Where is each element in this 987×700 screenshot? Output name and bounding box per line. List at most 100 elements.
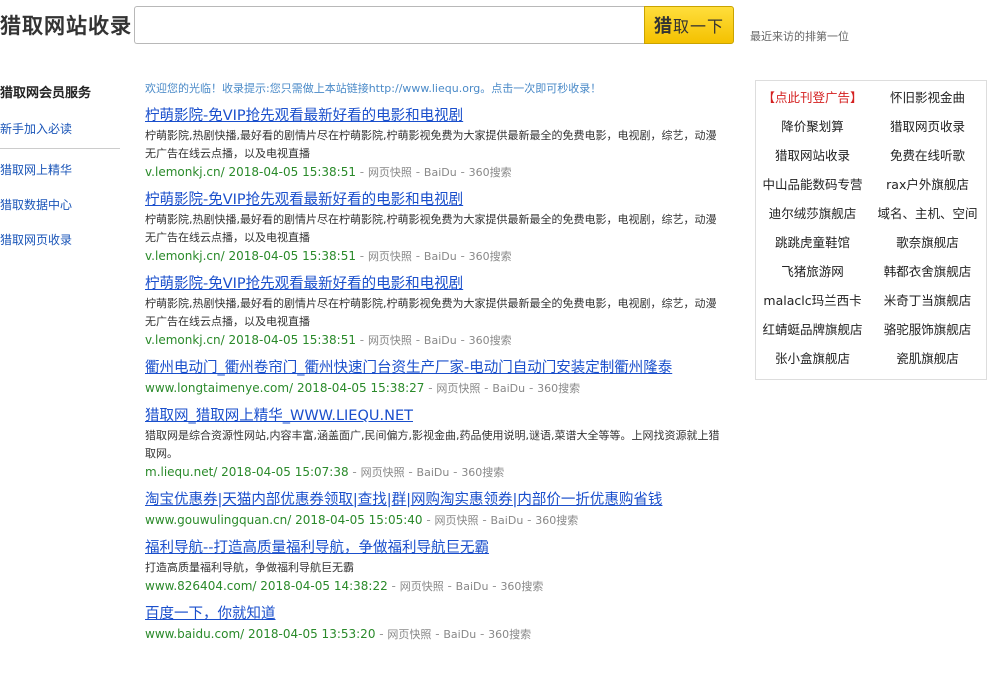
result-date: 2018-04-05 15:38:27 [296, 381, 425, 395]
result-url: v.lemonkj.cn/ [145, 165, 225, 179]
meta-separator: - [431, 627, 444, 641]
ad-link[interactable]: 降价聚划算 [756, 112, 869, 141]
ad-link[interactable]: 红蜻蜓品牌旗舰店 [756, 315, 869, 344]
ad-link[interactable]: 钢铁侠旗舰 [869, 373, 986, 379]
snapshot-link[interactable]: 网页快照 [387, 628, 431, 641]
meta-separator: - [480, 381, 493, 395]
baidu-link[interactable]: BaiDu [492, 382, 525, 395]
result-meta: v.lemonkj.cn/ 2018-04-05 15:38:51 - 网页快照… [145, 163, 727, 182]
snapshot-link[interactable]: 网页快照 [368, 334, 412, 347]
ad-link[interactable]: 跳跳虎童鞋馆 [756, 228, 869, 257]
snapshot-link[interactable]: 网页快照 [368, 250, 412, 263]
search360-link[interactable]: 360搜索 [535, 514, 578, 527]
snapshot-link[interactable]: 网页快照 [368, 166, 412, 179]
ad-link[interactable]: 怀旧影视金曲 [869, 83, 986, 112]
snapshot-link[interactable]: 网页快照 [361, 466, 405, 479]
snapshot-link[interactable]: 网页快照 [435, 514, 479, 527]
result-title-link[interactable]: 柠萌影院-免VIP抢先观看最新好看的电影和电视剧 [145, 190, 725, 211]
result-date: 2018-04-05 15:38:51 [228, 333, 356, 347]
baidu-link[interactable]: BaiDu [443, 628, 476, 641]
result-url: www.gouwulingquan.cn/ [145, 513, 292, 527]
ad-link[interactable]: 瓷肌旗舰店 [869, 344, 986, 373]
sidebar-divider [0, 148, 120, 149]
result-url: v.lemonkj.cn/ [145, 249, 225, 263]
search360-link[interactable]: 360搜索 [500, 580, 543, 593]
result-meta: m.liequ.net/ 2018-04-05 15:07:38 - 网页快照 … [145, 463, 727, 482]
ad-link[interactable]: 迪尔绒莎旗舰店 [756, 199, 869, 228]
result-date: 2018-04-05 14:38:22 [260, 579, 388, 593]
result-title-link[interactable]: 柠萌影院-免VIP抢先观看最新好看的电影和电视剧 [145, 274, 725, 295]
result-date: 2018-04-05 15:05:40 [295, 513, 423, 527]
ad-link[interactable]: 歌奈旗舰店 [869, 228, 986, 257]
sidebar: 猎取网会员服务 新手加入必读 猎取网上精华 猎取数据中心 猎取网页收录 [0, 84, 120, 250]
meta-separator: - [456, 333, 469, 347]
result-item: 柠萌影院-免VIP抢先观看最新好看的电影和电视剧 柠萌影院,热剧快播,最好看的剧情… [145, 190, 727, 266]
baidu-link[interactable]: BaiDu [491, 514, 524, 527]
meta-separator: - [456, 165, 469, 179]
result-meta: v.lemonkj.cn/ 2018-04-05 15:38:51 - 网页快照… [145, 247, 727, 266]
result-title-link[interactable]: 猎取网_猎取网上精华_WWW.LIEQU.NET [145, 406, 725, 427]
result-item: 柠萌影院-免VIP抢先观看最新好看的电影和电视剧 柠萌影院,热剧快播,最好看的剧情… [145, 274, 727, 350]
search360-link[interactable]: 360搜索 [488, 628, 531, 641]
meta-separator: - [476, 627, 489, 641]
ad-link[interactable]: malaclc玛兰西卡 [756, 286, 869, 315]
search-button-big: 猎 [653, 16, 673, 36]
ad-link[interactable]: 免费在线听歌 [869, 141, 986, 170]
baidu-link[interactable]: BaiDu [417, 466, 450, 479]
meta-separator: - [523, 513, 536, 527]
snapshot-link[interactable]: 网页快照 [436, 382, 480, 395]
search360-link[interactable]: 360搜索 [469, 250, 512, 263]
welcome-notice: 欢迎您的光临！收录提示:您只需做上本站链接http://www.liequ.or… [145, 82, 602, 95]
result-meta: www.longtaimenye.com/ 2018-04-05 15:38:2… [145, 379, 727, 398]
result-title-link[interactable]: 福利导航--打造高质量福利导航，争做福利导航巨无霸 [145, 538, 725, 559]
ad-link[interactable]: 小鱼精选 [756, 373, 869, 379]
meta-separator: - [411, 333, 424, 347]
meta-separator: - [355, 333, 368, 347]
site-logo[interactable]: 猎取网站收录 [0, 10, 132, 40]
result-item: 淘宝优惠券|天猫内部优惠券领取|查找|群|网购淘实惠领券|内部价一折优惠购省钱 w… [145, 490, 727, 530]
ad-link[interactable]: 骆驼服饰旗舰店 [869, 315, 986, 344]
ad-grid: 【点此刊登广告】 怀旧影视金曲 降价聚划算 猎取网页收录 猎取网站收录 免费在线听歌 中山品… [756, 83, 986, 379]
ad-link[interactable]: rax户外旗舰店 [869, 170, 986, 199]
baidu-link[interactable]: BaiDu [424, 250, 457, 263]
result-item: 百度一下，你就知道 www.baidu.com/ 2018-04-05 13:53… [145, 604, 727, 644]
result-date: 2018-04-05 13:53:20 [248, 627, 376, 641]
result-date: 2018-04-05 15:07:38 [221, 465, 349, 479]
search360-link[interactable]: 360搜索 [469, 166, 512, 179]
ad-link[interactable]: 猎取网站收录 [756, 141, 869, 170]
search-bar: 猎取一下 [134, 6, 734, 44]
meta-separator: - [478, 513, 491, 527]
result-title-link[interactable]: 百度一下，你就知道 [145, 604, 725, 625]
baidu-link[interactable]: BaiDu [456, 580, 489, 593]
meta-separator: - [449, 465, 462, 479]
search360-link[interactable]: 360搜索 [461, 466, 504, 479]
result-description: 柠萌影院,热剧快播,最好看的剧情片尽在柠萌影院,柠萌影视免费为大家提供最新最全的… [145, 213, 717, 244]
meta-separator: - [424, 381, 437, 395]
search-button[interactable]: 猎取一下 [644, 6, 734, 44]
result-title-link[interactable]: 衢州电动门_衢州卷帘门_衢州快速门台资生产厂家-电动门自动门安装定制衢州隆泰 [145, 358, 725, 379]
ad-link[interactable]: 米奇丁当旗舰店 [869, 286, 986, 315]
snapshot-link[interactable]: 网页快照 [400, 580, 444, 593]
search360-link[interactable]: 360搜索 [537, 382, 580, 395]
ad-link[interactable]: 域名、主机、空间 [869, 199, 986, 228]
ad-link[interactable]: 张小盒旗舰店 [756, 344, 869, 373]
sidebar-link-highlights[interactable]: 猎取网上精华 [0, 160, 120, 180]
ad-link[interactable]: 飞猪旅游网 [756, 257, 869, 286]
result-title-link[interactable]: 柠萌影院-免VIP抢先观看最新好看的电影和电视剧 [145, 106, 725, 127]
result-meta: v.lemonkj.cn/ 2018-04-05 15:38:51 - 网页快照… [145, 331, 727, 350]
search360-link[interactable]: 360搜索 [469, 334, 512, 347]
meta-separator: - [355, 249, 368, 263]
meta-separator: - [488, 579, 501, 593]
sidebar-link-page-index[interactable]: 猎取网页收录 [0, 230, 120, 250]
ad-post-link[interactable]: 【点此刊登广告】 [756, 83, 869, 112]
ad-link[interactable]: 中山品能数码专营 [756, 170, 869, 199]
search-input[interactable] [134, 6, 646, 44]
baidu-link[interactable]: BaiDu [424, 334, 457, 347]
ad-link[interactable]: 猎取网页收录 [869, 112, 986, 141]
sidebar-link-data-center[interactable]: 猎取数据中心 [0, 195, 120, 215]
baidu-link[interactable]: BaiDu [424, 166, 457, 179]
ad-box: 【点此刊登广告】 怀旧影视金曲 降价聚划算 猎取网页收录 猎取网站收录 免费在线听歌 中山品… [755, 80, 987, 380]
sidebar-link-newbie[interactable]: 新手加入必读 [0, 119, 120, 139]
result-title-link[interactable]: 淘宝优惠券|天猫内部优惠券领取|查找|群|网购淘实惠领券|内部价一折优惠购省钱 [145, 490, 725, 511]
ad-link[interactable]: 韩都衣舍旗舰店 [869, 257, 986, 286]
